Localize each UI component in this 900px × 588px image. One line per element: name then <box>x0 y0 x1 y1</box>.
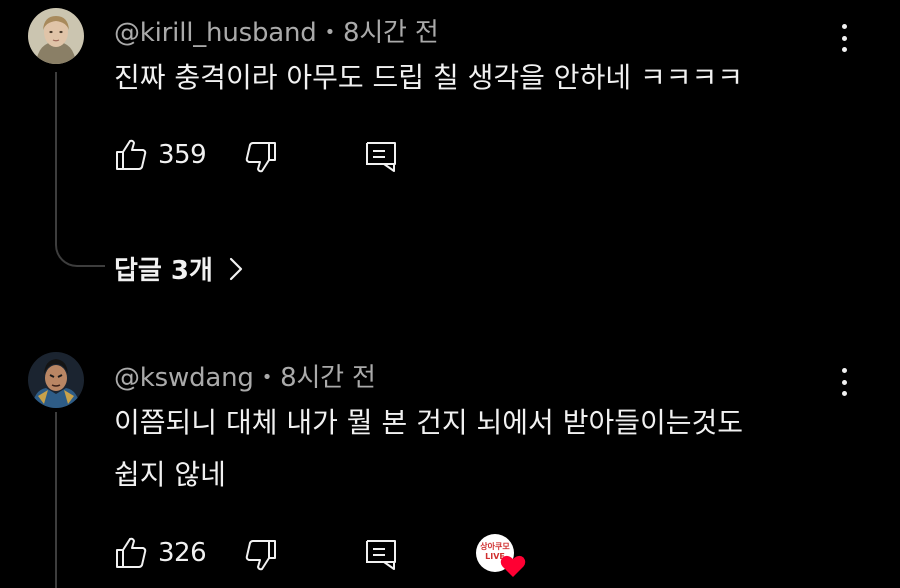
chevron-right-icon <box>229 257 243 280</box>
thumbs-down-icon <box>245 142 276 173</box>
warrior-avatar-icon <box>28 352 84 408</box>
comment-text-line: 이쯤되니 대체 내가 뭘 본 건지 뇌에서 받아들이는것도 <box>114 406 744 439</box>
view-replies-button[interactable]: 답글 3개 <box>114 250 243 287</box>
reply-comment-icon <box>366 540 396 570</box>
dislike-button[interactable] <box>244 538 278 572</box>
heart-icon <box>500 555 526 577</box>
comment-avatar[interactable] <box>28 352 84 408</box>
thumbs-down-icon <box>245 540 276 571</box>
reply-comment-icon <box>366 142 396 172</box>
comment-text-line: 진짜 충격이라 아무도 드립 칠 생각을 안하네 ㅋㅋㅋㅋ <box>114 61 744 94</box>
like-count: 359 <box>158 140 207 170</box>
comment-author[interactable]: @kirill_husband <box>114 18 317 48</box>
meta-separator: • <box>324 22 336 43</box>
creator-heart-badge: 상아쿠모 LIVE <box>476 534 526 580</box>
meta-separator: • <box>261 367 273 388</box>
thumbs-up-icon <box>116 139 147 170</box>
comments-panel: @kirill_husband • 8시간 전 진짜 충격이라 아무도 드립 칠 생… <box>0 0 900 588</box>
comment-text: 진짜 충격이라 아무도 드립 칠 생각을 안하네 ㅋㅋㅋㅋ <box>114 52 743 104</box>
replies-label: 답글 3개 <box>114 256 213 286</box>
reply-button[interactable] <box>364 538 398 572</box>
comment-timestamp[interactable]: 8시간 전 <box>280 363 376 393</box>
like-count: 326 <box>158 538 207 568</box>
dislike-button[interactable] <box>244 140 278 174</box>
comment-meta: @kirill_husband • 8시간 전 <box>114 12 439 49</box>
comment-meta: @kswdang • 8시간 전 <box>114 357 376 394</box>
like-button[interactable]: 359 <box>114 138 207 172</box>
comment-author[interactable]: @kswdang <box>114 363 254 393</box>
reply-button[interactable] <box>364 140 398 174</box>
comment-avatar[interactable] <box>28 8 84 64</box>
comment-timestamp[interactable]: 8시간 전 <box>343 18 439 48</box>
portrait-avatar-icon <box>28 8 84 64</box>
more-options-button[interactable] <box>832 362 856 402</box>
comment-text-line: 쉽지 않네 <box>114 458 226 491</box>
like-button[interactable]: 326 <box>114 536 207 570</box>
reply-thread-line <box>55 72 105 267</box>
reply-thread-line-2 <box>55 412 57 588</box>
comment-text: 이쯤되니 대체 내가 뭘 본 건지 뇌에서 받아들이는것도 쉽지 않네 <box>114 397 743 501</box>
more-options-button[interactable] <box>832 18 856 58</box>
thumbs-up-icon <box>116 537 147 568</box>
